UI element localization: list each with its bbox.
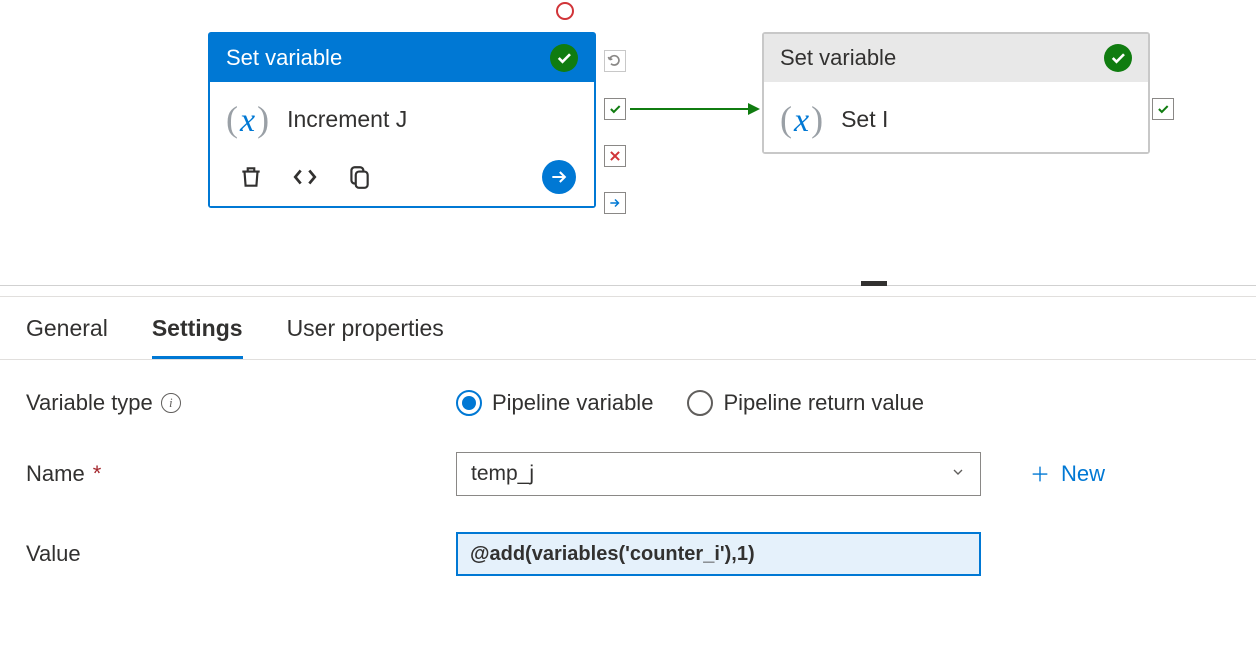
panel-resize-handle[interactable] (861, 281, 887, 286)
flow-arrow (630, 102, 760, 116)
radio-label: Pipeline return value (723, 390, 924, 416)
connector-success[interactable] (604, 98, 626, 120)
new-label: New (1061, 461, 1105, 487)
copy-icon[interactable] (346, 164, 372, 190)
value-expression-input[interactable]: @add(variables('counter_i'),1) (456, 532, 981, 576)
properties-tabs: General Settings User properties (0, 297, 1256, 360)
node-header[interactable]: Set variable (764, 34, 1148, 82)
row-variable-type: Variable type i Pipeline variable Pipeli… (26, 390, 1230, 416)
node-body: (x) Increment J (210, 82, 594, 152)
status-success-icon (1104, 44, 1132, 72)
node-type-label: Set variable (226, 45, 342, 71)
tab-user-properties[interactable]: User properties (287, 315, 444, 359)
variable-icon: (x) (226, 98, 269, 140)
variable-icon: (x) (780, 98, 823, 140)
tab-general[interactable]: General (26, 315, 108, 359)
value-expression-text: @add(variables('counter_i'),1) (470, 543, 755, 566)
row-name: Name * temp_j New (26, 452, 1230, 496)
pipeline-canvas[interactable]: Set variable (x) Increment J (0, 0, 1256, 285)
activity-name: Increment J (287, 106, 407, 133)
node-toolbar (210, 152, 594, 206)
radio-label: Pipeline variable (492, 390, 653, 416)
status-success-icon (550, 44, 578, 72)
info-icon[interactable]: i (161, 393, 181, 413)
undo-icon[interactable] (604, 50, 626, 72)
execute-button[interactable] (542, 160, 576, 194)
name-label: Name * (26, 461, 456, 487)
node-header[interactable]: Set variable (210, 34, 594, 82)
trash-icon[interactable] (238, 164, 264, 190)
tab-settings[interactable]: Settings (152, 315, 243, 359)
connector-skip[interactable] (604, 192, 626, 214)
name-select[interactable]: temp_j (456, 452, 981, 496)
code-icon[interactable] (292, 164, 318, 190)
settings-form: Variable type i Pipeline variable Pipeli… (0, 360, 1256, 642)
value-label: Value (26, 541, 456, 567)
activity-node-set-i[interactable]: Set variable (x) Set I (762, 32, 1150, 154)
activity-node-increment-j[interactable]: Set variable (x) Increment J (208, 32, 596, 208)
radio-pipeline-return-value[interactable]: Pipeline return value (687, 390, 924, 416)
connector-failure[interactable] (604, 145, 626, 167)
node-body: (x) Set I (764, 82, 1148, 152)
radio-pipeline-variable[interactable]: Pipeline variable (456, 390, 653, 416)
breakpoint-indicator (556, 2, 574, 20)
row-value: Value @add(variables('counter_i'),1) (26, 532, 1230, 576)
name-select-value: temp_j (471, 462, 534, 486)
connector-success[interactable] (1152, 98, 1174, 120)
node-type-label: Set variable (780, 45, 896, 71)
panel-divider[interactable] (0, 285, 1256, 286)
new-variable-button[interactable]: New (1029, 461, 1105, 487)
activity-name: Set I (841, 106, 888, 133)
chevron-down-icon (950, 462, 966, 486)
variable-type-radio-group: Pipeline variable Pipeline return value (456, 390, 924, 416)
variable-type-label: Variable type i (26, 390, 456, 416)
